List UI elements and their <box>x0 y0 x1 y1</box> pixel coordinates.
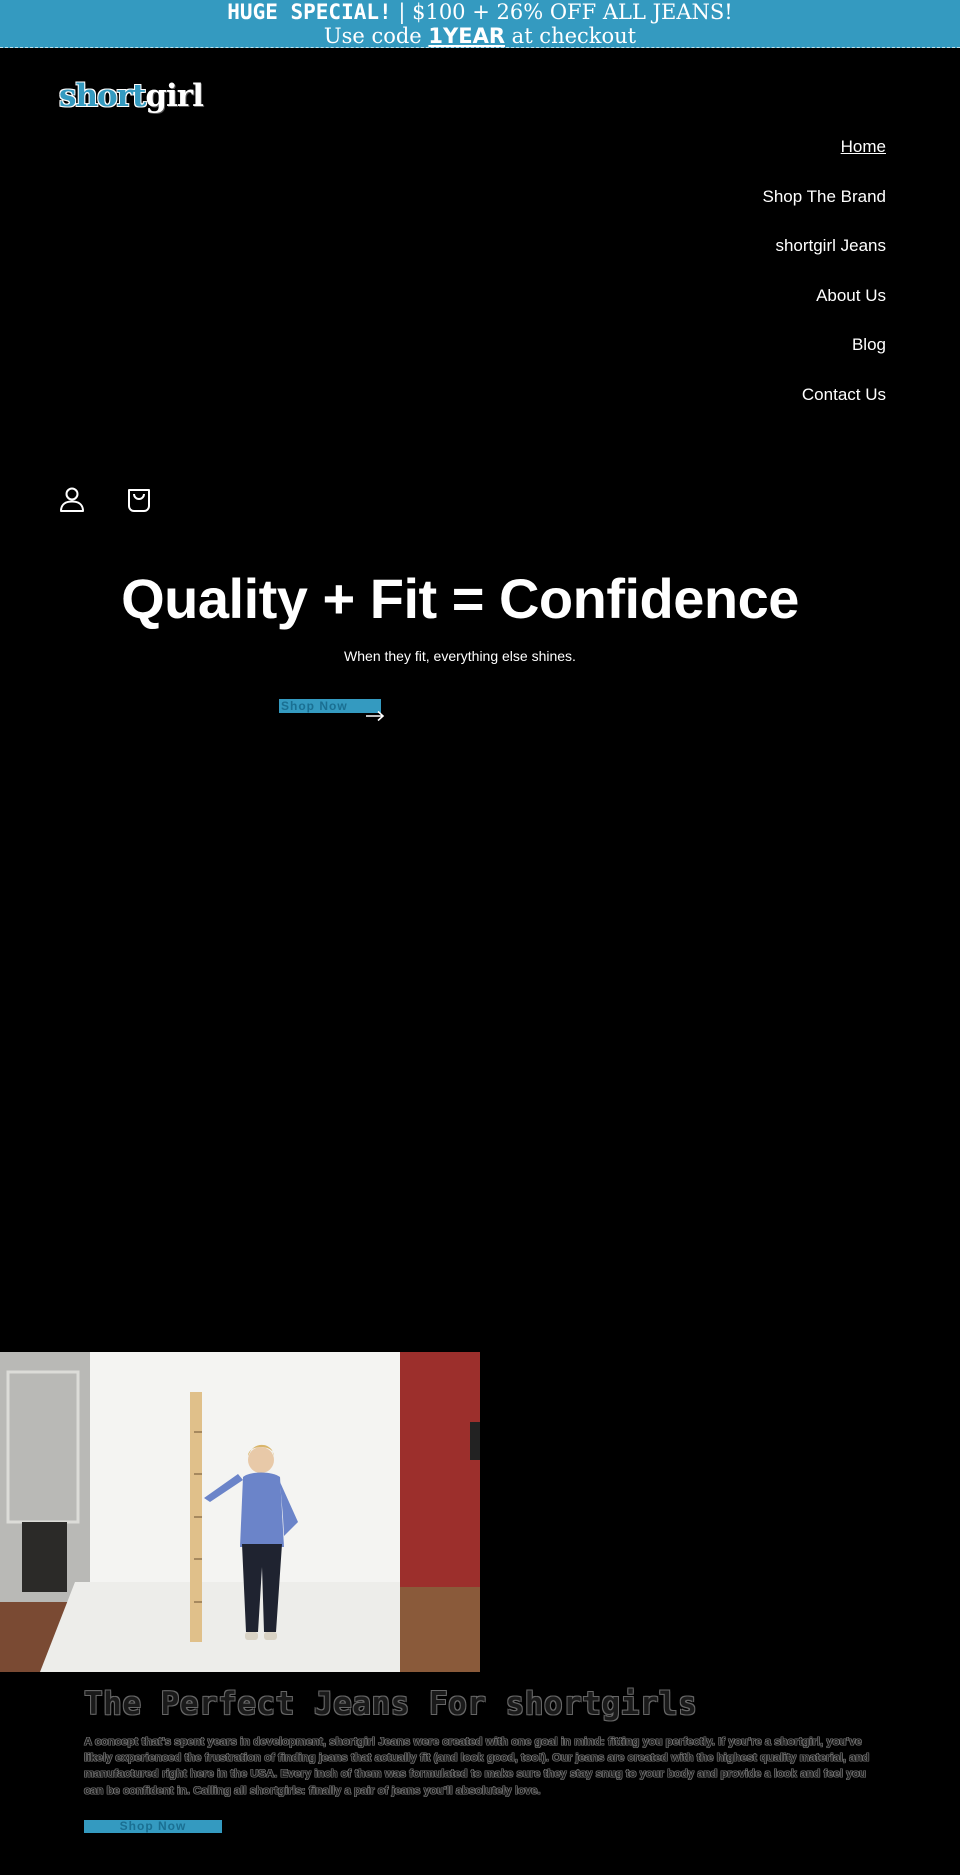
nav-item-home[interactable]: Home <box>763 137 886 187</box>
announcement-line-2: Use code 1YEAR at checkout <box>0 24 960 48</box>
nav-item-about-us[interactable]: About Us <box>763 286 886 336</box>
nav-item-shop-the-brand[interactable]: Shop The Brand <box>763 187 887 237</box>
logo-part-girl: girl <box>145 78 204 114</box>
announcement-code-prefix: Use code <box>323 24 429 48</box>
nav-item-blog[interactable]: Blog <box>763 335 886 385</box>
hero-subtitle: When they fit, everything else shines. <box>344 648 576 664</box>
section-shop-now-button[interactable]: Shop Now <box>84 1820 222 1833</box>
arrow-right-icon <box>365 709 385 722</box>
hero-photo-model-with-height-ruler <box>0 1352 480 1672</box>
account-icon[interactable] <box>58 485 86 513</box>
site-logo[interactable]: shortgirl <box>59 78 204 114</box>
hero-title: Quality + Fit = Confidence <box>121 567 799 630</box>
main-nav: Home Shop The Brand shortgirl Jeans Abou… <box>763 137 887 434</box>
announcement-strong: HUGE SPECIAL! <box>227 0 392 24</box>
announcement-code-suffix: at checkout <box>505 24 637 48</box>
nav-item-contact-us[interactable]: Contact Us <box>763 385 886 435</box>
nav-item-shortgirl-jeans[interactable]: shortgirl Jeans <box>763 236 886 286</box>
section-body: A concept that's spent years in developm… <box>84 1736 870 1797</box>
announcement-offer: $100 + 26% OFF ALL JEANS! <box>412 0 733 24</box>
announcement-code: 1YEAR <box>428 24 505 48</box>
logo-part-short: short <box>59 78 146 114</box>
cart-icon[interactable] <box>125 485 153 513</box>
announcement-bar: HUGE SPECIAL! | $100 + 26% OFF ALL JEANS… <box>0 0 960 48</box>
announcement-line-1: HUGE SPECIAL! | $100 + 26% OFF ALL JEANS… <box>0 0 960 24</box>
announcement-separator: | <box>391 0 413 24</box>
section-title: The Perfect Jeans For shortgirls <box>84 1686 698 1722</box>
